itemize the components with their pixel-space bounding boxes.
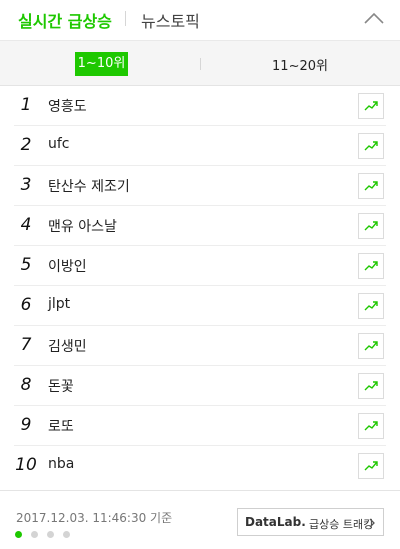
trend-chart-button[interactable] [358,133,384,159]
rank-number: 2 [20,135,32,155]
rank-range-tabs: 1~10위 11~20위 [0,40,400,86]
keyword-text[interactable]: 맨유 아스날 [48,216,117,236]
chevron-right-icon [369,518,375,528]
keyword-row[interactable]: 6 jlpt [14,286,386,326]
rank-number: 6 [20,295,32,315]
datalab-trending-button[interactable]: DataLab. 급상승 트래킹 [237,508,384,536]
tab-rank-1-10-label: 1~10위 [75,52,128,76]
chevron-up-icon [364,12,384,24]
trend-chart-button[interactable] [358,93,384,119]
tab-news-topic[interactable]: 뉴스토픽 [141,8,200,32]
trend-chart-icon [364,301,378,311]
trend-chart-icon [364,381,378,391]
keyword-text[interactable]: 김생민 [48,336,87,356]
top-tab-header: 실시간 급상승 뉴스토픽 [0,0,400,40]
trend-chart-button[interactable] [358,213,384,239]
trend-chart-button[interactable] [358,453,384,479]
keyword-row[interactable]: 9 로또 [14,406,386,446]
keyword-text[interactable]: 로또 [48,416,74,436]
trend-chart-icon [364,221,378,231]
keyword-text[interactable]: 탄산수 제조기 [48,176,130,196]
keyword-text[interactable]: 영흥도 [48,96,87,116]
trend-chart-icon [364,141,378,151]
tab-realtime-trending[interactable]: 실시간 급상승 [18,8,112,32]
trend-chart-icon [364,421,378,431]
collapse-button[interactable] [356,6,392,32]
trend-chart-button[interactable] [358,413,384,439]
tab-rank-11-20[interactable]: 11~20위 [200,41,400,87]
page-dot-2[interactable] [31,531,38,538]
keyword-row[interactable]: 3 탄산수 제조기 [14,166,386,206]
rank-number: 4 [20,215,32,235]
rank-number: 3 [20,175,32,195]
trend-chart-icon [364,101,378,111]
keyword-row[interactable]: 1 영흥도 [14,86,386,126]
trend-chart-button[interactable] [358,293,384,319]
update-timestamp: 2017.12.03. 11:46:30 기준 [16,511,173,525]
trend-chart-button[interactable] [358,373,384,399]
keyword-row[interactable]: 4 맨유 아스날 [14,206,386,246]
rank-number: 1 [20,95,32,115]
datalab-button-label: 급상승 트래킹 [309,518,374,531]
keyword-text[interactable]: ufc [48,136,70,152]
keyword-row[interactable]: 2 ufc [14,126,386,166]
keyword-text[interactable]: jlpt [48,296,70,312]
page-dot-3[interactable] [47,531,54,538]
keyword-row[interactable]: 5 이방인 [14,246,386,286]
tab-rank-11-20-label: 11~20위 [272,59,328,74]
rank-number: 9 [20,415,32,435]
trend-chart-button[interactable] [358,333,384,359]
trend-chart-button[interactable] [358,253,384,279]
trend-chart-icon [364,261,378,271]
tab-rank-1-10[interactable]: 1~10위 [0,41,200,87]
rank-number: 5 [20,255,32,275]
trend-chart-icon [364,461,378,471]
keyword-text[interactable]: 돈꽃 [48,376,74,396]
rank-number: 8 [20,375,32,395]
keyword-row[interactable]: 8 돈꽃 [14,366,386,406]
keyword-row[interactable]: 7 김생민 [14,326,386,366]
keyword-text[interactable]: 이방인 [48,256,87,276]
trend-chart-icon [364,341,378,351]
list-footer: 2017.12.03. 11:46:30 기준 DataLab. 급상승 트래킹 [0,490,400,549]
trend-chart-icon [364,181,378,191]
rank-number: 10 [15,455,37,475]
keyword-row[interactable]: 10 nba [14,446,386,486]
datalab-logo: DataLab. [245,515,306,529]
trend-chart-button[interactable] [358,173,384,199]
tab-divider [125,11,126,26]
page-dot-4[interactable] [63,531,70,538]
page-dot-1[interactable] [15,531,22,538]
rank-number: 7 [20,335,32,355]
keyword-text[interactable]: nba [48,456,74,472]
